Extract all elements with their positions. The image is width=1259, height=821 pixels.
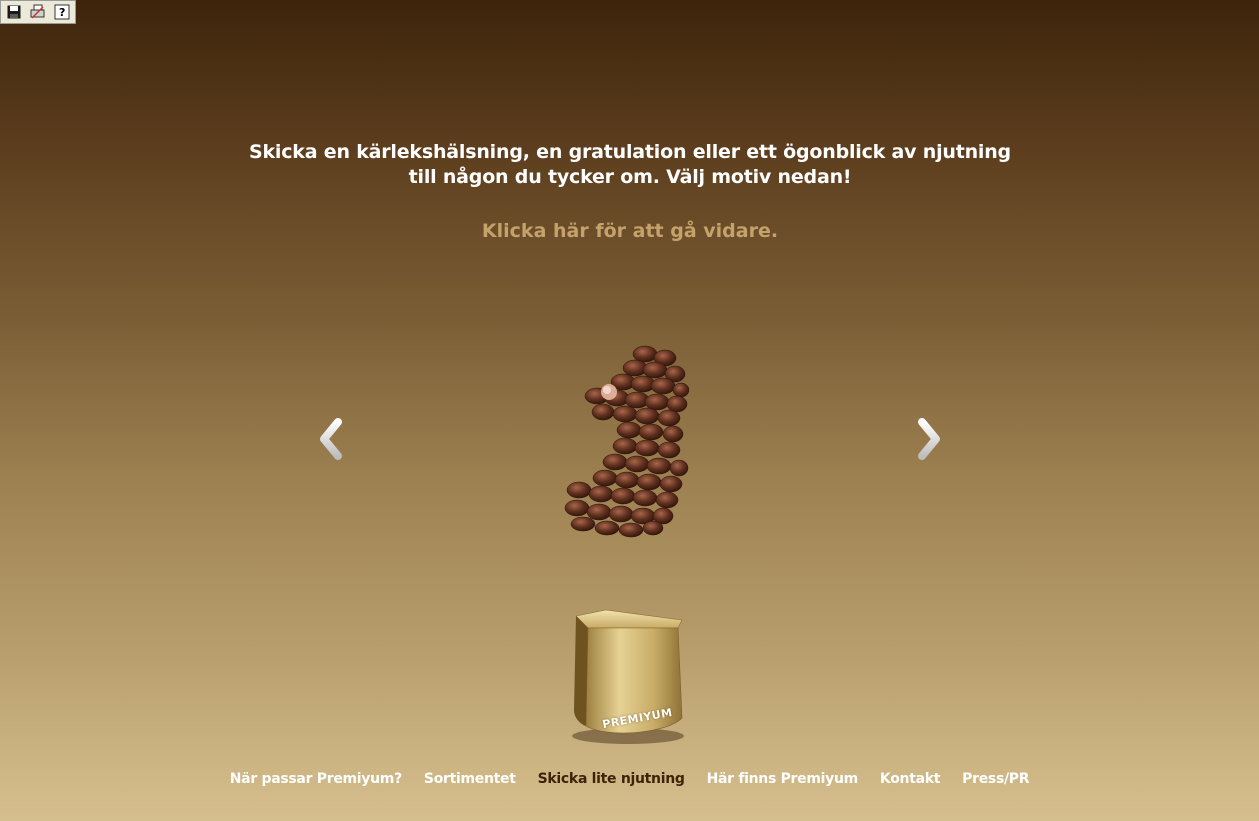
svg-text:?: ? bbox=[59, 6, 65, 19]
help-icon: ? bbox=[54, 4, 70, 20]
print-button[interactable] bbox=[29, 3, 47, 21]
headline-line-2: till någon du tycker om. Välj motiv neda… bbox=[408, 166, 852, 188]
chevron-right-icon bbox=[918, 418, 940, 460]
main-nav: När passar Premiyum? Sortimentet Skicka … bbox=[0, 771, 1259, 787]
help-button[interactable]: ? bbox=[53, 3, 71, 21]
nav-item-skicka-njutning[interactable]: Skicka lite njutning bbox=[527, 771, 696, 787]
save-button[interactable] bbox=[5, 3, 23, 21]
headline: Skicka en kärlekshälsning, en gratulatio… bbox=[230, 140, 1030, 190]
nav-item-nar-passar[interactable]: När passar Premiyum? bbox=[219, 771, 413, 787]
chevron-left-icon bbox=[320, 418, 342, 460]
nav-item-press-pr[interactable]: Press/PR bbox=[951, 771, 1040, 787]
toolbar: ? bbox=[0, 0, 76, 24]
nav-item-sortimentet[interactable]: Sortimentet bbox=[413, 771, 527, 787]
save-icon bbox=[7, 5, 21, 19]
chocolate-motif-image bbox=[564, 345, 690, 538]
print-icon bbox=[30, 4, 45, 19]
nav-item-har-finns[interactable]: Här finns Premiyum bbox=[696, 771, 869, 787]
continue-link[interactable]: Klicka här för att gå vidare. bbox=[380, 220, 880, 242]
prev-motif-button[interactable] bbox=[316, 418, 350, 462]
next-motif-button[interactable] bbox=[910, 418, 944, 462]
headline-line-1: Skicka en kärlekshälsning, en gratulatio… bbox=[249, 141, 1011, 163]
nav-item-kontakt[interactable]: Kontakt bbox=[869, 771, 951, 787]
